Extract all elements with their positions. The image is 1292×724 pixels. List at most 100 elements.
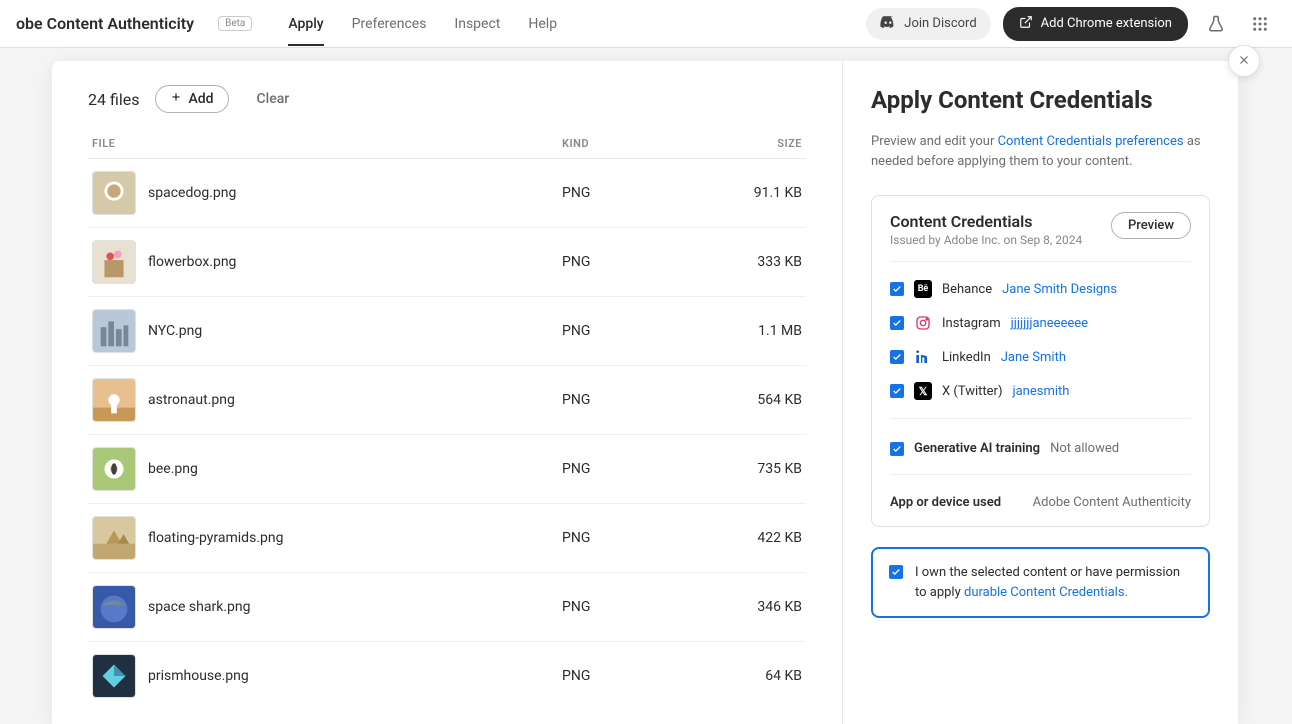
files-header: 24 files Add Clear xyxy=(88,85,806,113)
file-thumbnail xyxy=(92,171,136,215)
file-kind: PNG xyxy=(562,392,702,408)
preview-button[interactable]: Preview xyxy=(1111,212,1191,239)
social-account-row: LinkedIn Jane Smith xyxy=(890,340,1191,374)
checkbox-checked[interactable] xyxy=(890,316,904,330)
file-thumbnail xyxy=(92,240,136,284)
table-row[interactable]: flowerbox.png PNG 333 KB xyxy=(88,228,806,297)
durable-credentials-link[interactable]: durable Content Credentials. xyxy=(964,585,1128,600)
modal-backdrop: 24 files Add Clear File Kind Size spaced… xyxy=(0,0,1292,724)
header-size: Size xyxy=(702,137,802,150)
social-platform: LinkedIn xyxy=(942,350,991,365)
ownership-text: I own the selected content or have permi… xyxy=(915,563,1192,602)
social-handle[interactable]: janesmith xyxy=(1012,384,1069,399)
file-kind: PNG xyxy=(562,599,702,615)
file-kind: PNG xyxy=(562,323,702,339)
file-name: space shark.png xyxy=(148,599,562,615)
file-thumbnail xyxy=(92,516,136,560)
table-row[interactable]: floating-pyramids.png PNG 422 KB xyxy=(88,504,806,573)
file-name: flowerbox.png xyxy=(148,254,562,270)
file-thumbnail xyxy=(92,378,136,422)
file-thumbnail xyxy=(92,447,136,491)
header-file: File xyxy=(92,137,562,150)
social-platform: X (Twitter) xyxy=(942,384,1002,399)
social-handle[interactable]: jjjjjjjaneeeeee xyxy=(1011,316,1088,331)
twitter-icon: 𝕏 xyxy=(914,382,932,400)
social-platform: Behance xyxy=(942,282,992,297)
credentials-panel: Apply Content Credentials Preview and ed… xyxy=(842,61,1238,724)
social-account-row: Bē Behance Jane Smith Designs xyxy=(890,272,1191,306)
table-row[interactable]: spacedog.png PNG 91.1 KB xyxy=(88,159,806,228)
social-account-row: Instagram jjjjjjjaneeeeee xyxy=(890,306,1191,340)
file-kind: PNG xyxy=(562,185,702,201)
app-used-row: App or device used Adobe Content Authent… xyxy=(890,485,1191,510)
gen-ai-label: Generative AI training xyxy=(914,441,1040,456)
divider xyxy=(890,418,1191,419)
gen-ai-value: Not allowed xyxy=(1050,441,1119,456)
generative-ai-row: Generative AI training Not allowed xyxy=(890,429,1191,464)
social-platform: Instagram xyxy=(942,316,1001,331)
file-name: bee.png xyxy=(148,461,562,477)
credentials-card: Content Credentials Issued by Adobe Inc.… xyxy=(871,195,1210,527)
social-handle[interactable]: Jane Smith Designs xyxy=(1002,282,1117,297)
add-label: Add xyxy=(188,91,213,107)
file-kind: PNG xyxy=(562,461,702,477)
file-size: 64 KB xyxy=(702,668,802,684)
instagram-icon xyxy=(914,314,932,332)
panel-title: Apply Content Credentials xyxy=(871,85,1210,116)
preferences-link[interactable]: Content Credentials preferences xyxy=(998,134,1184,149)
file-name: astronaut.png xyxy=(148,392,562,408)
behance-icon: Bē xyxy=(914,280,932,298)
file-size: 422 KB xyxy=(702,530,802,546)
close-button[interactable] xyxy=(1228,45,1260,77)
file-size: 333 KB xyxy=(702,254,802,270)
file-thumbnail xyxy=(92,585,136,629)
checkbox-checked[interactable] xyxy=(890,282,904,296)
files-panel: 24 files Add Clear File Kind Size spaced… xyxy=(52,61,842,724)
close-icon xyxy=(1237,52,1251,71)
file-size: 1.1 MB xyxy=(702,323,802,339)
table-row[interactable]: space shark.png PNG 346 KB xyxy=(88,573,806,642)
desc-pre: Preview and edit your xyxy=(871,134,998,149)
file-size: 564 KB xyxy=(702,392,802,408)
checkbox-checked[interactable] xyxy=(890,350,904,364)
divider xyxy=(890,261,1191,262)
credentials-subtitle: Issued by Adobe Inc. on Sep 8, 2024 xyxy=(890,233,1082,247)
panel-description: Preview and edit your Content Credential… xyxy=(871,132,1210,171)
social-handle[interactable]: Jane Smith xyxy=(1001,350,1066,365)
file-name: floating-pyramids.png xyxy=(148,530,562,546)
linkedin-icon xyxy=(914,348,932,366)
file-name: spacedog.png xyxy=(148,185,562,201)
checkbox-checked[interactable] xyxy=(889,565,903,579)
file-kind: PNG xyxy=(562,530,702,546)
table-body[interactable]: spacedog.png PNG 91.1 KB flowerbox.png P… xyxy=(88,159,806,700)
table-row[interactable]: prismhouse.png PNG 64 KB xyxy=(88,642,806,700)
credentials-title: Content Credentials xyxy=(890,212,1082,231)
file-kind: PNG xyxy=(562,254,702,270)
file-thumbnail xyxy=(92,654,136,698)
file-count: 24 files xyxy=(88,90,139,109)
header-kind: Kind xyxy=(562,137,702,150)
file-kind: PNG xyxy=(562,668,702,684)
file-name: NYC.png xyxy=(148,323,562,339)
add-files-button[interactable]: Add xyxy=(155,85,228,113)
file-size: 91.1 KB xyxy=(702,185,802,201)
file-size: 346 KB xyxy=(702,599,802,615)
app-value: Adobe Content Authenticity xyxy=(1033,495,1191,510)
checkbox-checked[interactable] xyxy=(890,442,904,456)
ownership-confirmation: I own the selected content or have permi… xyxy=(871,547,1210,618)
apply-modal: 24 files Add Clear File Kind Size spaced… xyxy=(52,61,1238,724)
divider xyxy=(890,474,1191,475)
table-row[interactable]: NYC.png PNG 1.1 MB xyxy=(88,297,806,366)
plus-icon xyxy=(170,91,182,107)
file-name: prismhouse.png xyxy=(148,668,562,684)
credentials-card-header: Content Credentials Issued by Adobe Inc.… xyxy=(890,212,1191,247)
clear-files-button[interactable]: Clear xyxy=(245,86,302,112)
table-header: File Kind Size xyxy=(88,137,806,159)
table-row[interactable]: astronaut.png PNG 564 KB xyxy=(88,366,806,435)
table-row[interactable]: bee.png PNG 735 KB xyxy=(88,435,806,504)
checkbox-checked[interactable] xyxy=(890,384,904,398)
file-size: 735 KB xyxy=(702,461,802,477)
app-label: App or device used xyxy=(890,495,1001,510)
file-thumbnail xyxy=(92,309,136,353)
social-account-row: 𝕏 X (Twitter) janesmith xyxy=(890,374,1191,408)
